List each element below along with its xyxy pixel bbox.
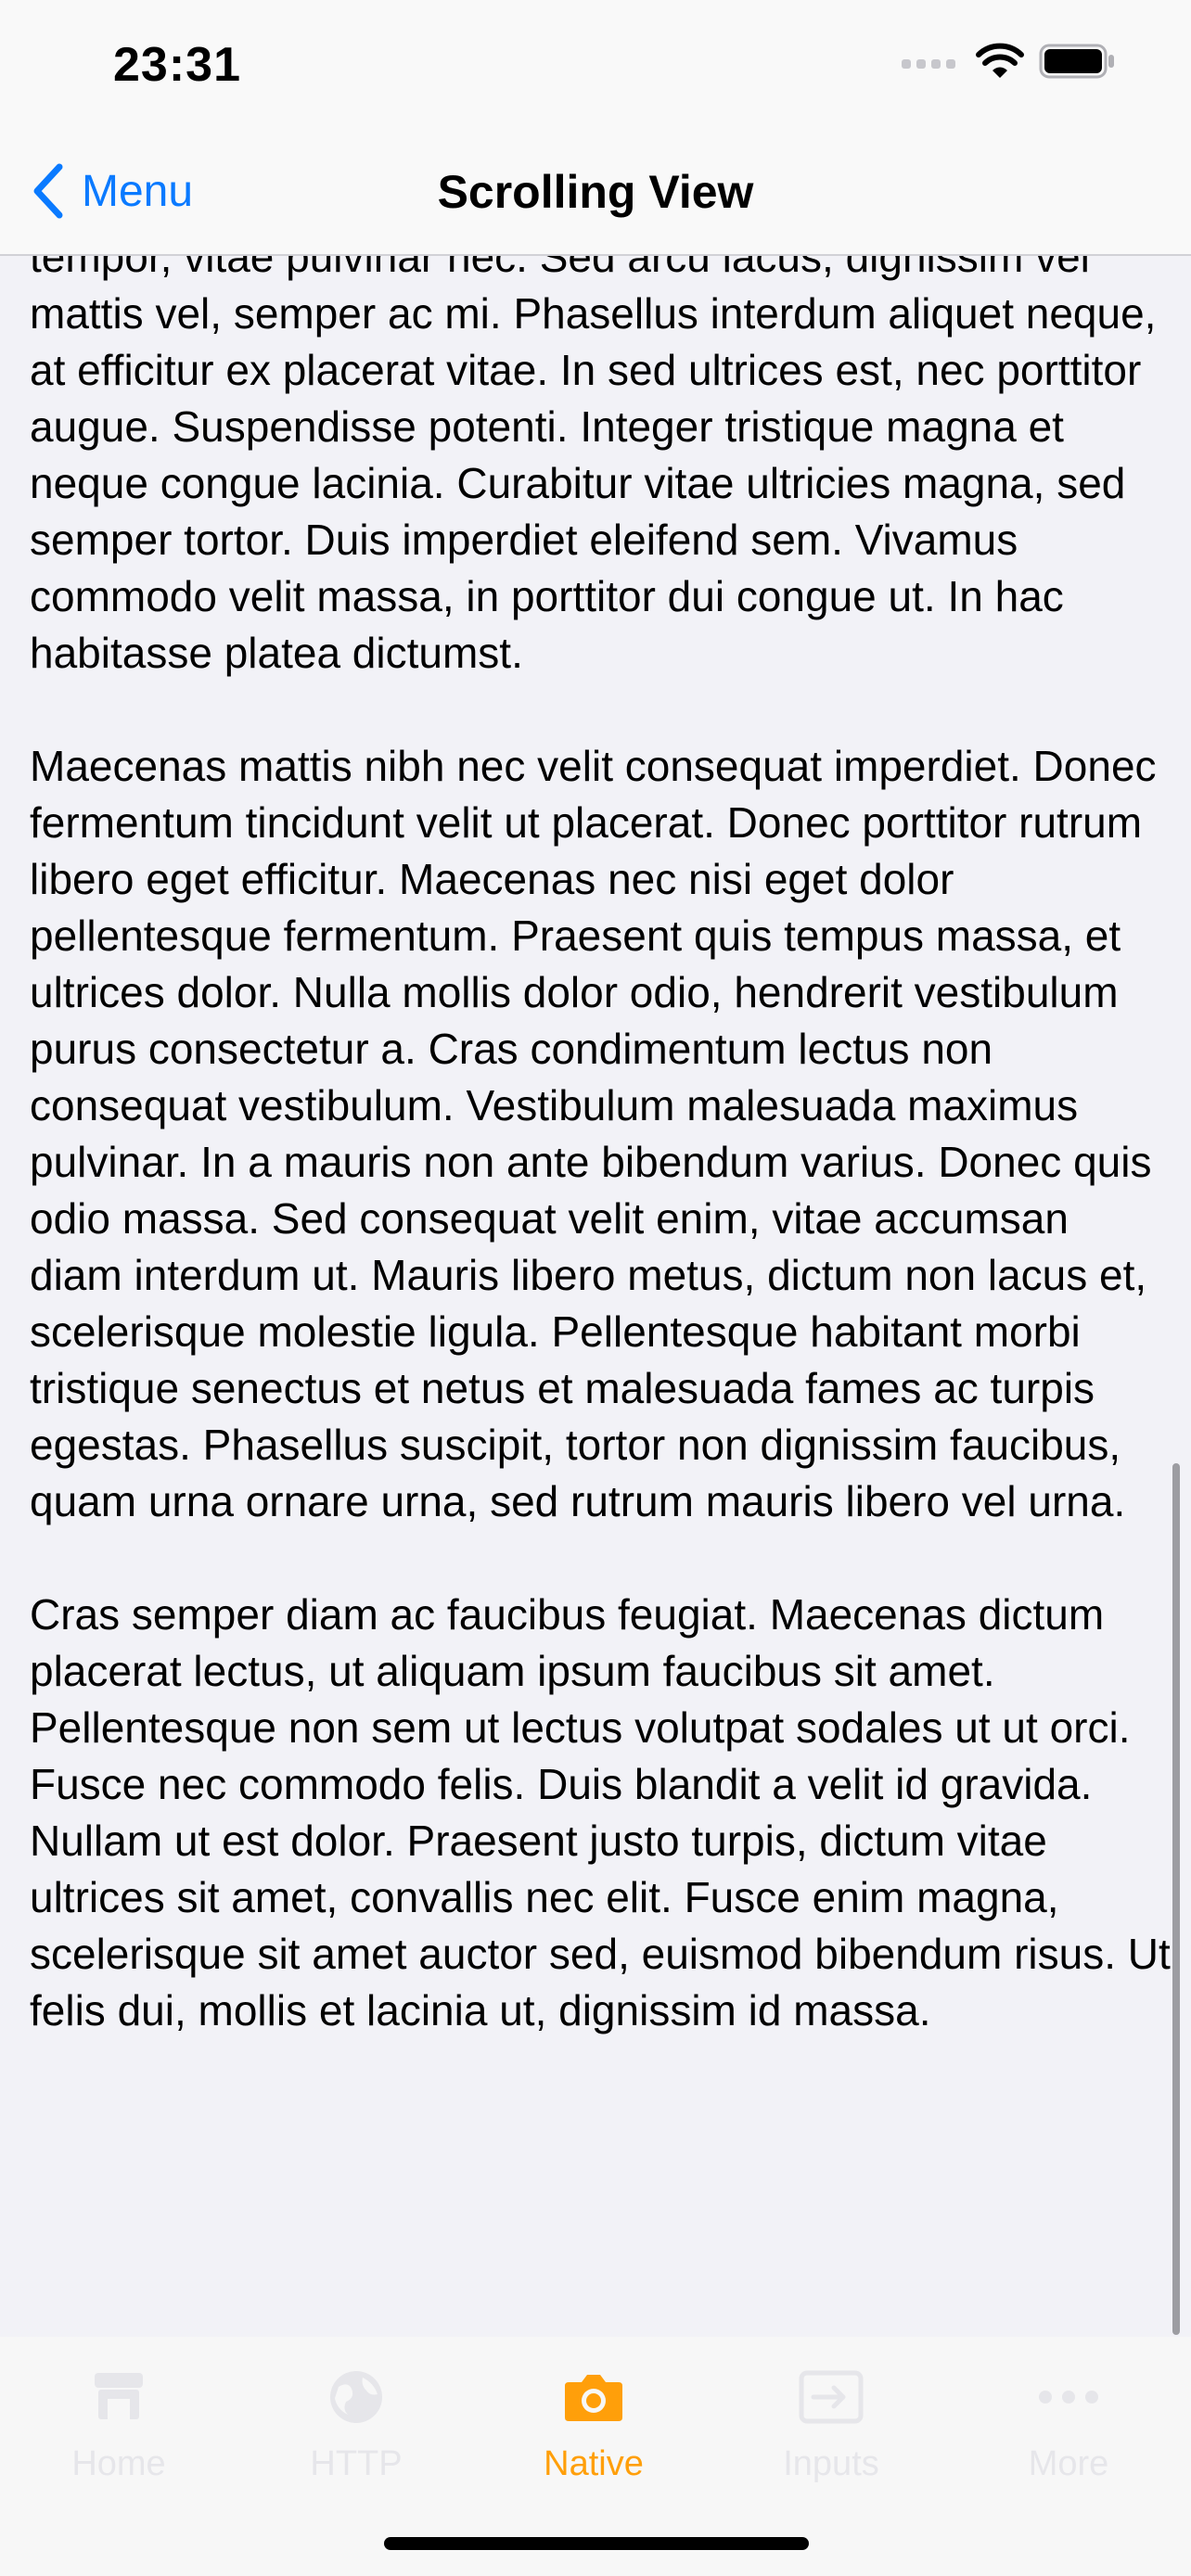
status-time: 23:31 xyxy=(113,38,241,92)
paragraph: Maecenas mattis nibh nec velit consequat… xyxy=(30,742,1157,1525)
camera-icon xyxy=(565,2375,622,2421)
tab-more[interactable]: More xyxy=(950,2359,1187,2484)
globe-icon xyxy=(330,2371,382,2423)
store-icon xyxy=(95,2373,143,2419)
page-title: Scrolling View xyxy=(437,166,754,218)
tab-label: More xyxy=(1028,2444,1109,2483)
cellular-signal-icon xyxy=(902,59,955,69)
battery-icon xyxy=(1039,44,1114,79)
tab-native[interactable]: Native xyxy=(475,2359,712,2484)
status-bar: 23:31 xyxy=(0,0,1191,130)
wifi-icon xyxy=(976,43,1024,78)
scroll-view[interactable]: Aliquam erat volutpat. Vestibulum posuer… xyxy=(30,256,1171,2296)
status-icons xyxy=(902,43,1117,80)
more-icon xyxy=(1039,2391,1098,2404)
paragraph: Cras semper diam ac faucibus feugiat. Ma… xyxy=(30,1590,1171,2034)
input-icon xyxy=(799,2370,864,2424)
paragraph: Aliquam erat volutpat. Vestibulum posuer… xyxy=(30,256,1157,677)
tab-label: Home xyxy=(71,2444,166,2483)
tab-http[interactable]: HTTP xyxy=(237,2359,475,2484)
text-content: Aliquam erat volutpat. Vestibulum posuer… xyxy=(30,256,1171,2096)
scroll-indicator[interactable] xyxy=(1172,1463,1180,2335)
tab-label: HTTP xyxy=(310,2444,403,2483)
tab-label: Native xyxy=(544,2444,644,2483)
home-indicator xyxy=(384,2537,809,2550)
navigation-bar: Menu Scrolling View xyxy=(0,130,1191,256)
tab-home[interactable]: Home xyxy=(0,2359,237,2484)
tab-label: Inputs xyxy=(783,2444,879,2483)
tab-inputs[interactable]: Inputs xyxy=(712,2359,950,2484)
